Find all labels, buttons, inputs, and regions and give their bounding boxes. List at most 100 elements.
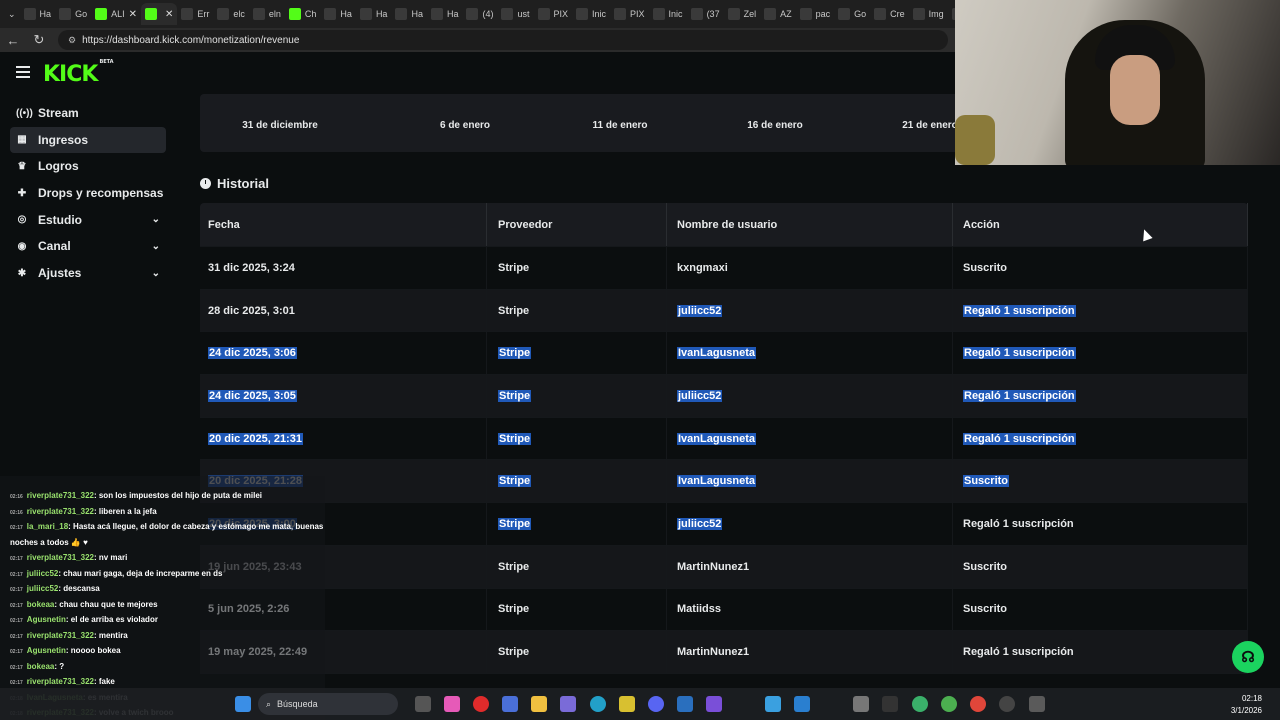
usuario-value[interactable]: IvanLagusneta xyxy=(677,347,757,360)
taskbar-search[interactable]: ⌕ Búsqueda xyxy=(258,693,398,715)
browser-tab[interactable]: Err xyxy=(177,3,213,25)
usuario-value[interactable]: IvanLagusneta xyxy=(677,475,757,488)
browser-tab[interactable]: Go xyxy=(834,3,870,25)
chrome-icon-2[interactable] xyxy=(970,696,986,712)
obs-icon[interactable] xyxy=(999,696,1015,712)
usuario-value[interactable]: juliicc52 xyxy=(677,304,723,317)
task-view-icon[interactable] xyxy=(415,696,431,712)
usuario-value[interactable]: juliicc52 xyxy=(677,517,723,530)
reload-icon[interactable]: ↻ xyxy=(32,32,46,48)
vpn-icon[interactable] xyxy=(619,696,635,712)
browser-tab[interactable]: Inic xyxy=(572,3,610,25)
column-header[interactable]: Proveedor xyxy=(487,203,667,246)
calculator-icon[interactable] xyxy=(1029,696,1045,712)
browser-tab[interactable]: Go xyxy=(55,3,91,25)
folder-icon[interactable] xyxy=(531,696,547,712)
chevron-down-icon[interactable]: ⌄ xyxy=(152,214,160,225)
opera-icon[interactable] xyxy=(473,696,489,712)
chat-username[interactable]: juliicc52 xyxy=(27,584,59,593)
sidebar-item-logros[interactable]: ♛ Logros xyxy=(10,153,166,179)
search-icon: ⌕ xyxy=(266,698,272,709)
chat-username[interactable]: bokeaa xyxy=(27,600,55,609)
chat-username[interactable]: Agusnetin xyxy=(27,646,66,655)
browser-tab[interactable]: Cre xyxy=(870,3,909,25)
terminal-icon[interactable] xyxy=(882,696,898,712)
back-arrow-icon[interactable]: ← xyxy=(6,33,20,48)
usuario-value[interactable]: MartinNunez1 xyxy=(677,646,749,658)
sidebar-item-ingresos[interactable]: ▦ Ingresos xyxy=(10,126,166,153)
close-icon[interactable]: ✕ xyxy=(165,9,173,20)
column-header[interactable]: Nombre de usuario xyxy=(667,203,953,246)
usuario-value[interactable]: kxngmaxi xyxy=(677,262,728,274)
sidebar-item-ajustes[interactable]: ✱ Ajustes ⌄ xyxy=(10,260,166,286)
sidebar-item-canal[interactable]: ◉ Canal ⌄ xyxy=(10,233,166,259)
x-icon xyxy=(576,8,589,20)
notepad-icon[interactable] xyxy=(765,696,781,712)
chat-username[interactable]: riverplate731_322 xyxy=(27,553,94,562)
support-chat-button[interactable]: ☊ xyxy=(1232,641,1264,673)
usuario-value[interactable]: IvanLagusneta xyxy=(677,432,757,445)
tab-dropdown-icon[interactable]: ⌄ xyxy=(4,3,20,25)
windows-start-icon[interactable] xyxy=(235,696,251,712)
sidebar-item-drops[interactable]: ✚ Drops y recompensas xyxy=(10,180,166,206)
earth-icon[interactable] xyxy=(912,696,928,712)
studio-icon: ◎ xyxy=(17,214,27,226)
usuario-value[interactable]: MartinNunez1 xyxy=(677,561,749,573)
chat-username[interactable]: bokeaa xyxy=(27,662,55,671)
chat-username[interactable]: Agusnetin xyxy=(27,615,66,624)
chat-username[interactable]: riverplate731_322 xyxy=(27,677,94,686)
pen-icon[interactable] xyxy=(560,696,576,712)
browser-tab[interactable]: elc xyxy=(213,3,249,25)
page-icon xyxy=(799,8,812,20)
site-info-icon[interactable]: ⚙ xyxy=(68,35,76,46)
browser-tab[interactable]: Ha xyxy=(356,3,392,25)
x-icon xyxy=(652,8,665,20)
chat-username[interactable]: riverplate731_322 xyxy=(27,507,94,516)
browser-tab[interactable]: ALI ✕ xyxy=(91,3,141,25)
ccleaner-icon[interactable] xyxy=(677,696,693,712)
app-icon[interactable] xyxy=(706,696,722,712)
sidebar-item-stream[interactable]: ((•)) Stream xyxy=(10,100,166,126)
browser-tab[interactable]: pac xyxy=(796,3,835,25)
mail-icon[interactable] xyxy=(794,696,810,712)
sidebar-item-estudio[interactable]: ◎ Estudio ⌄ xyxy=(10,207,166,233)
menu-icon[interactable] xyxy=(16,66,30,81)
browser-tab[interactable]: ust xyxy=(497,3,533,25)
browser-tab[interactable]: PIX xyxy=(534,3,573,25)
column-header[interactable]: Acción xyxy=(953,203,1248,246)
browser-tab[interactable]: Inic xyxy=(649,3,687,25)
browser-tab[interactable]: ✕ xyxy=(140,3,178,25)
browser-tab[interactable]: eln xyxy=(249,3,285,25)
browser-tab[interactable]: Ha xyxy=(320,3,356,25)
browser-tab[interactable]: Ha xyxy=(427,3,463,25)
browser-tab[interactable]: Ch xyxy=(285,3,321,25)
headset-icon: ☊ xyxy=(1241,649,1255,666)
chevron-down-icon[interactable]: ⌄ xyxy=(152,268,160,279)
browser-tab[interactable]: Ha xyxy=(391,3,427,25)
browser-tab[interactable]: Ha xyxy=(20,3,56,25)
browser-tab[interactable]: Img xyxy=(909,3,948,25)
browser-tab[interactable]: (4) xyxy=(462,3,497,25)
chat-username[interactable]: riverplate731_322 xyxy=(27,491,94,500)
system-clock[interactable]: 02:18 3/1/2026 xyxy=(1231,693,1262,717)
usuario-value[interactable]: juliicc52 xyxy=(677,389,723,402)
chat-username[interactable]: riverplate731_322 xyxy=(27,631,94,640)
column-header[interactable]: Fecha xyxy=(200,203,487,246)
chat-username[interactable]: la_mari_18 xyxy=(27,522,68,531)
browser-tab[interactable]: AZ xyxy=(760,3,796,25)
close-icon[interactable]: ✕ xyxy=(129,9,137,20)
settings-icon[interactable] xyxy=(853,696,869,712)
address-bar[interactable]: ⚙ https://dashboard.kick.com/monetizatio… xyxy=(58,30,948,50)
kick-logo[interactable]: KICKBETA xyxy=(43,59,114,87)
edge-icon[interactable] xyxy=(590,696,606,712)
store-icon[interactable] xyxy=(502,696,518,712)
browser-tab[interactable]: Zel xyxy=(724,3,761,25)
browser-tab[interactable]: PIX xyxy=(610,3,649,25)
discord-icon[interactable] xyxy=(648,696,664,712)
copilot-icon[interactable] xyxy=(444,696,460,712)
usuario-value[interactable]: Matiidss xyxy=(677,603,721,615)
chrome-icon[interactable] xyxy=(941,696,957,712)
browser-tab[interactable]: (37 xyxy=(687,3,724,25)
chat-username[interactable]: juliicc52 xyxy=(27,569,59,578)
chevron-down-icon[interactable]: ⌄ xyxy=(152,241,160,252)
